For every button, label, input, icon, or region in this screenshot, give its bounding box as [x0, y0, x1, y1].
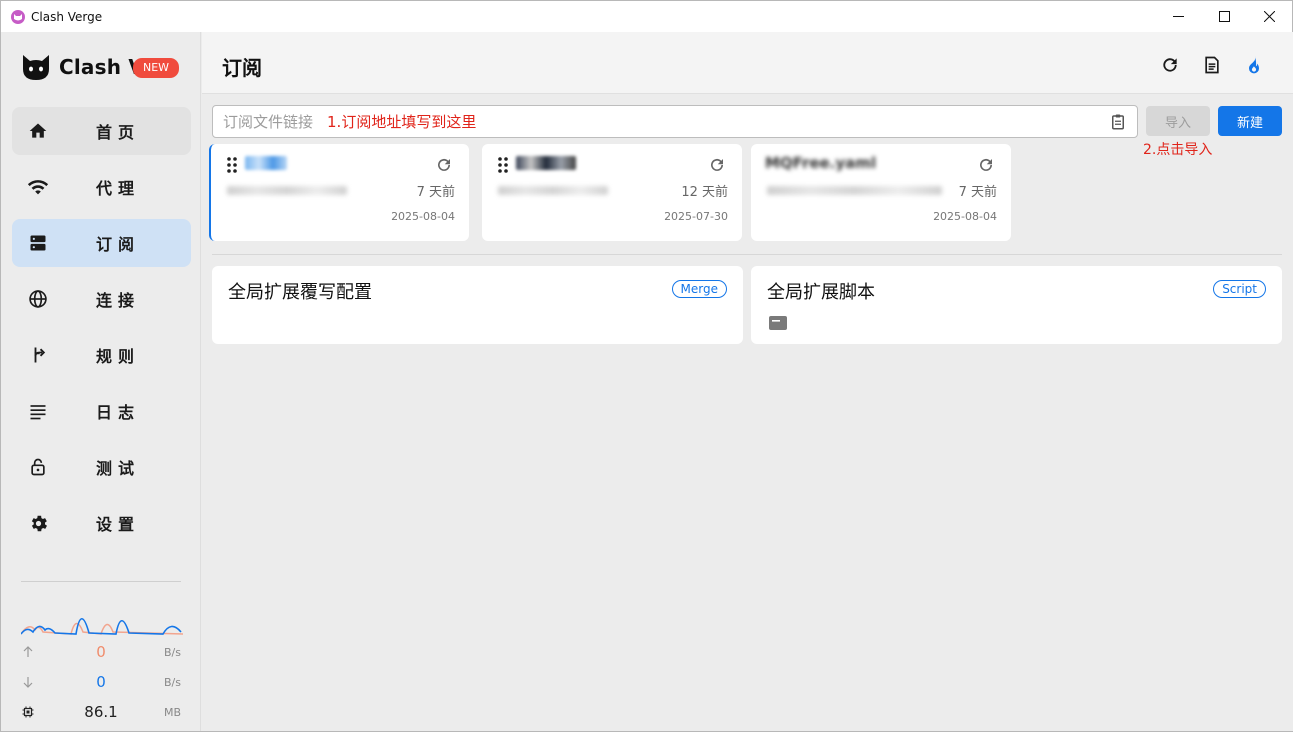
sidebar-item-label: 首页	[96, 123, 141, 142]
memory-value: 86.1	[84, 703, 118, 721]
fork-icon	[27, 344, 49, 366]
clipboard-icon[interactable]	[1109, 113, 1127, 131]
sidebar-item-home[interactable]: 首页	[12, 107, 191, 155]
global-merge-card[interactable]: 全局扩展覆写配置 Merge	[212, 266, 743, 344]
refresh-icon	[1163, 58, 1177, 72]
subscription-card[interactable]: 7 天前 2025-08-04	[209, 144, 469, 241]
app-cat-icon	[11, 9, 25, 24]
document-icon	[1205, 56, 1219, 74]
merge-tag: Merge	[671, 280, 727, 298]
download-unit: B/s	[164, 675, 181, 689]
dns-icon	[27, 232, 49, 254]
refresh-icon[interactable]	[977, 156, 995, 174]
section-divider	[212, 254, 1282, 255]
sidebar: Clash Verge NEW 首页 代理 订阅	[1, 32, 201, 731]
close-icon	[1263, 11, 1275, 22]
url-placeholder: 订阅文件链接	[223, 113, 314, 131]
global-script-card[interactable]: 全局扩展脚本 Script	[751, 266, 1282, 344]
log-icon	[27, 400, 49, 422]
sidebar-item-connections[interactable]: 连接	[12, 275, 191, 323]
lock-icon	[27, 456, 49, 478]
upload-unit: B/s	[164, 645, 181, 659]
updated-date: 2025-08-04	[391, 210, 455, 223]
traffic-graph	[21, 617, 183, 635]
title-bar: Clash Verge	[1, 1, 1292, 32]
updated-ago: 7 天前	[958, 185, 997, 200]
drag-handle-icon[interactable]	[498, 157, 508, 173]
refresh-icon[interactable]	[435, 156, 453, 174]
maximize-icon	[1218, 11, 1230, 22]
logo: Clash Verge	[21, 52, 135, 82]
wifi-icon	[27, 176, 49, 198]
globe-icon	[27, 288, 49, 310]
updated-ago: 7 天前	[416, 185, 455, 200]
sidebar-item-settings[interactable]: 设置	[12, 499, 191, 547]
sidebar-item-label: 设置	[96, 515, 141, 534]
new-button[interactable]: 新建	[1218, 106, 1282, 136]
subscription-card[interactable]: 12 天前 2025-07-30	[482, 144, 742, 241]
script-tag: Script	[1213, 280, 1266, 298]
sidebar-item-label: 测试	[96, 459, 141, 478]
sidebar-item-label: 规则	[96, 347, 141, 366]
sidebar-item-label: 代理	[96, 179, 141, 198]
main-panel: 订阅 订阅文件链接 1.订阅地址填写到这里 导入 新建 2.点击导入 7 天前 …	[202, 32, 1293, 731]
drag-handle-icon[interactable]	[227, 157, 237, 173]
sidebar-item-proxy[interactable]: 代理	[12, 163, 191, 211]
upload-value: 0	[96, 643, 106, 661]
gear-icon	[27, 512, 49, 534]
minimize-button[interactable]	[1155, 1, 1201, 32]
close-button[interactable]	[1246, 1, 1292, 32]
sidebar-item-test[interactable]: 测试	[12, 443, 191, 491]
refresh-all-button[interactable]	[1159, 54, 1181, 76]
sidebar-item-rules[interactable]: 规则	[12, 331, 191, 379]
updated-ago: 12 天前	[681, 185, 728, 200]
app-window: Clash Verge Clash Verge NEW	[0, 0, 1293, 732]
sidebar-item-label: 日志	[96, 403, 141, 422]
subscription-card[interactable]: MQFree.yaml 7 天前 2025-08-04	[751, 144, 1011, 241]
subscription-url-redacted	[227, 186, 347, 195]
subscription-name-redacted	[245, 156, 287, 170]
subscription-url-redacted	[767, 186, 942, 195]
traffic-divider	[21, 581, 181, 582]
window-icon	[769, 316, 787, 330]
import-button[interactable]: 导入	[1146, 106, 1210, 136]
minimize-icon	[1172, 16, 1184, 17]
sidebar-item-profiles[interactable]: 订阅	[12, 219, 191, 267]
memory-usage: 86.1 MB	[21, 702, 183, 722]
window-title: Clash Verge	[31, 9, 103, 24]
upload-speed: 0 B/s	[21, 642, 183, 662]
page-header: 订阅	[202, 32, 1293, 94]
cat-logo-icon	[23, 55, 49, 80]
page-title: 订阅	[222, 56, 262, 80]
extension-title: 全局扩展覆写配置	[228, 282, 372, 303]
maximize-button[interactable]	[1201, 1, 1247, 32]
fire-icon	[1249, 55, 1259, 74]
download-value: 0	[96, 673, 106, 691]
brand-name: Clash Verge	[59, 55, 135, 79]
import-hint-annotation: 2.点击导入	[1143, 142, 1213, 158]
reactivate-button[interactable]	[1243, 54, 1265, 76]
subscription-name-redacted	[516, 156, 576, 170]
subscription-url-input[interactable]: 订阅文件链接 1.订阅地址填写到这里	[212, 105, 1138, 138]
sidebar-item-label: 连接	[96, 291, 141, 310]
extension-title: 全局扩展脚本	[767, 282, 875, 303]
refresh-icon[interactable]	[708, 156, 726, 174]
home-icon	[27, 120, 49, 142]
subscription-url-redacted	[498, 186, 608, 195]
sidebar-nav: 首页 代理 订阅 连接 规则 日志 测试 设置	[12, 107, 191, 555]
sidebar-item-label: 订阅	[96, 235, 141, 254]
url-hint-annotation: 1.订阅地址填写到这里	[327, 113, 477, 131]
subscription-name: MQFree.yaml	[765, 154, 877, 172]
updated-date: 2025-08-04	[933, 210, 997, 223]
sidebar-item-logs[interactable]: 日志	[12, 387, 191, 435]
memory-unit: MB	[163, 705, 181, 719]
updated-date: 2025-07-30	[664, 210, 728, 223]
new-badge[interactable]: NEW	[133, 58, 180, 78]
view-config-button[interactable]	[1201, 54, 1223, 76]
download-speed: 0 B/s	[21, 672, 183, 692]
